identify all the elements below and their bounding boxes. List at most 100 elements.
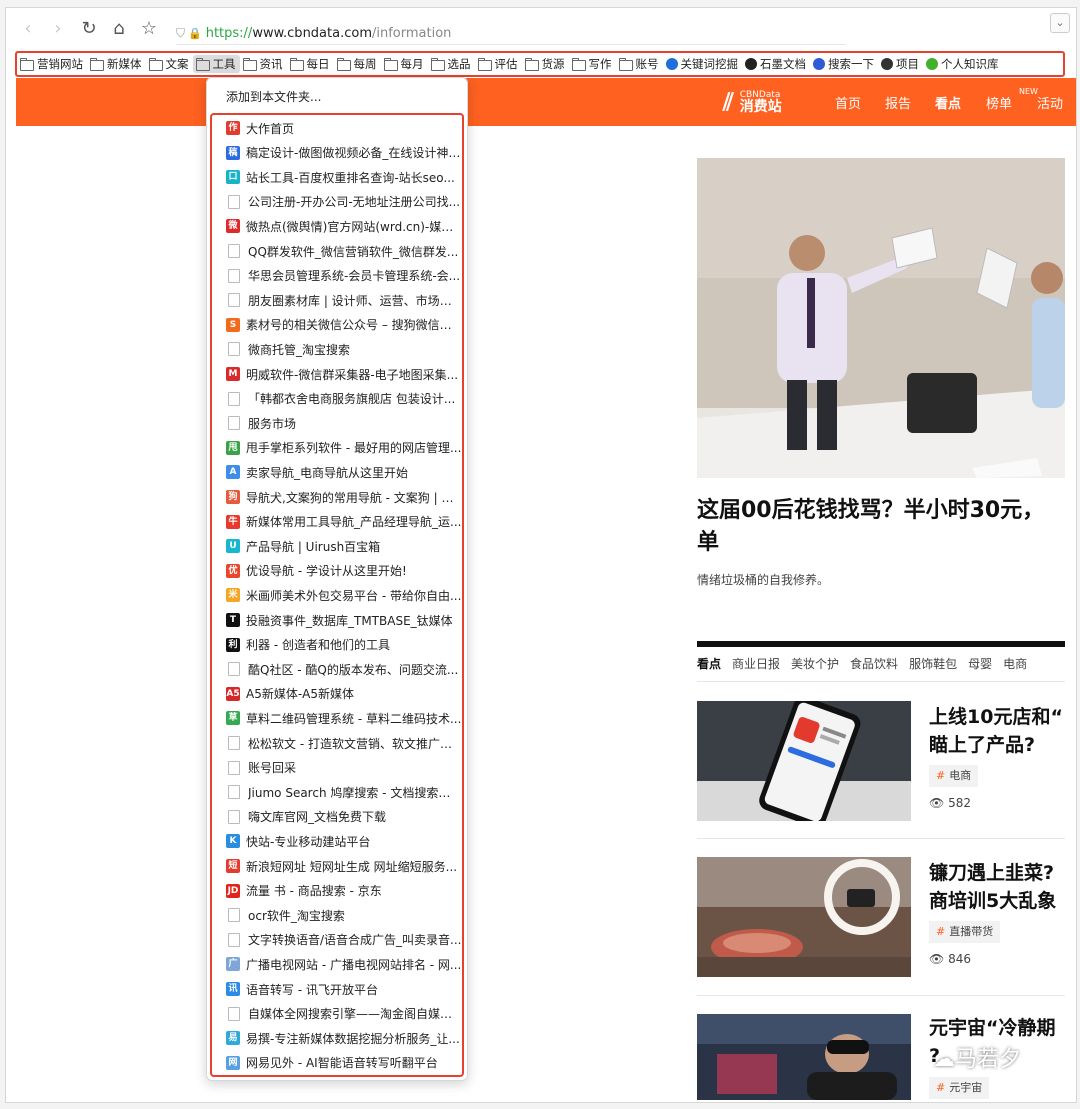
bookmark-list-item[interactable]: 微商托管_淘宝搜索 — [212, 339, 462, 359]
bookmark-list-item[interactable]: 米米画师美术外包交易平台 - 带给你自由... — [212, 585, 462, 605]
tab-food[interactable]: 食品饮料 — [850, 657, 898, 671]
bookmark-list-item[interactable]: 作大作首页 — [212, 118, 462, 138]
bookmark-bar-item[interactable]: 关键词挖掘 — [663, 55, 743, 73]
tab-business-daily[interactable]: 商业日报 — [732, 657, 780, 671]
back-icon[interactable]: ‹ — [20, 18, 36, 40]
article-title-2[interactable]: 镰刀遇上韭菜? 商培训5大乱象 — [929, 859, 1076, 915]
nav-home[interactable]: 首页 — [835, 93, 861, 112]
bookmark-list-label: 自媒体全网搜索引擎——淘金阁自媒体... — [248, 1007, 462, 1022]
bookmark-bar-item[interactable]: 个人知识库 — [923, 55, 1003, 73]
bookmark-list-item[interactable]: ocr软件_淘宝搜索 — [212, 905, 462, 925]
tab-baby[interactable]: 母婴 — [968, 657, 992, 671]
bookmark-bar-item[interactable]: 资讯 — [240, 55, 287, 73]
tab-insights[interactable]: 看点 — [697, 657, 721, 671]
bookmark-bar-item[interactable]: 文案 — [146, 55, 193, 73]
bookmark-list-item[interactable]: 酷Q社区 - 酷Q的版本发布、问题交流... — [212, 659, 462, 679]
bookmark-list-item[interactable]: U 产品导航 | Uirush百宝箱 — [212, 536, 462, 556]
bookmark-list-item[interactable]: 服务市场 — [212, 413, 462, 433]
bookmark-bar-item[interactable]: 评估 — [475, 55, 522, 73]
collapse-toolbar-button[interactable]: ⌄ — [1050, 13, 1070, 33]
article-thumbnail-1[interactable] — [697, 701, 911, 821]
bookmark-bar-item[interactable]: 营销网站 — [17, 55, 87, 73]
article-thumbnail-2[interactable] — [697, 857, 911, 977]
bookmark-bar-item[interactable]: 搜索一下 — [810, 55, 878, 73]
bookmark-list-item[interactable]: 优优设导航 - 学设计从这里开始! — [212, 561, 462, 581]
bookmark-list-item[interactable]: M 明威软件-微信群采集器-电子地图采集... — [212, 364, 462, 384]
bookmark-list-item[interactable]: 网网易见外 - AI智能语音转写听翻平台 — [212, 1053, 462, 1073]
nav-insights[interactable]: 看点 — [935, 93, 961, 112]
bookmark-list-item[interactable]: 稿稿定设计-做图做视频必备_在线设计神器... — [212, 143, 462, 163]
bookmark-list-item[interactable]: 华思会员管理系统-会员卡管理系统-会... — [212, 266, 462, 286]
nav-reports[interactable]: 报告 — [885, 93, 911, 112]
bookmark-list-item[interactable]: 甩甩手掌柜系列软件 - 最好用的网店管理... — [212, 438, 462, 458]
nav-rankings[interactable]: 榜单 — [986, 93, 1012, 112]
article-tag-1[interactable]: # 电商 — [929, 765, 979, 787]
bookmark-list-item[interactable]: 朋友圈素材库 | 设计师、运营、市场、... — [212, 290, 462, 310]
bookmark-bar-item[interactable]: 每日 — [287, 55, 334, 73]
site-favicon-icon: 优 — [226, 563, 240, 578]
bookmark-bar-item[interactable]: 新媒体 — [87, 55, 146, 73]
article-title-1[interactable]: 上线10元店和“ 瞄上了产品? — [929, 703, 1076, 759]
reload-icon[interactable]: ↻ — [80, 18, 98, 40]
article-thumbnail-3[interactable] — [697, 1014, 911, 1100]
bookmark-list-item[interactable]: 嗨文库官网_文档免费下载 — [212, 807, 462, 827]
bookmark-bar-item[interactable]: 项目 — [878, 55, 923, 73]
page-icon — [228, 736, 240, 750]
bookmark-list-item[interactable]: 短新浪短网址 短网址生成 网址缩短服务... — [212, 856, 462, 876]
bookmark-bar-item[interactable]: 石墨文档 — [742, 55, 810, 73]
bookmark-list-item[interactable]: 狗导航犬,文案狗的常用导航 - 文案狗 | 给... — [212, 487, 462, 507]
bookmark-list-item[interactable]: 账号回采 — [212, 758, 462, 778]
tab-apparel[interactable]: 服饰鞋包 — [909, 657, 957, 671]
bookmark-list-label: 新浪短网址 短网址生成 网址缩短服务... — [246, 859, 458, 874]
bookmark-bar-item[interactable]: 每周 — [334, 55, 381, 73]
tab-ecommerce[interactable]: 电商 — [1003, 657, 1027, 671]
bookmark-list-item[interactable]: A5 A5新媒体-A5新媒体 — [212, 684, 462, 704]
bookmark-bar-item[interactable]: 工具 — [192, 55, 240, 73]
bookmark-list-item[interactable]: 利利器 - 创造者和他们的工具 — [212, 635, 462, 655]
bookmark-list-item[interactable]: QQ群发软件_微信营销软件_微信群发... — [212, 241, 462, 261]
bookmark-star-icon[interactable]: ☆ — [140, 18, 158, 40]
bookmark-list-item[interactable]: 自媒体全网搜索引擎——淘金阁自媒体... — [212, 1004, 462, 1024]
add-to-folder-item[interactable]: 添加到本文件夹... — [226, 88, 321, 105]
bookmark-list-label: 素材号的相关微信公众号 – 搜狗微信搜... — [246, 318, 462, 333]
forward-icon[interactable]: › — [50, 18, 66, 40]
bookmark-list-item[interactable]: A 卖家导航_电商导航从这里开始 — [212, 462, 462, 482]
home-icon[interactable]: ⌂ — [110, 18, 128, 40]
bookmark-list-item[interactable]: 松松软文 - 打造软文营销、软文推广行... — [212, 733, 462, 753]
bookmark-list-item[interactable]: 微微热点(微舆情)官方网站(wrd.cn)-媒体... — [212, 216, 462, 236]
eye-icon: 👁 — [929, 796, 945, 810]
bookmark-list-item[interactable]: 「韩都衣舍电商服务旗舰店 包装设计... — [212, 389, 462, 409]
bookmark-list-item[interactable]: 易易撰-专注新媒体数据挖掘分析服务_让... — [212, 1028, 462, 1048]
site-logo[interactable]: ⫽ CBNData 消费站 — [723, 88, 782, 116]
bookmark-list-item[interactable]: 口站长工具-百度权重排名查询-站长seo... — [212, 167, 462, 187]
bookmark-list-item[interactable]: 文字转换语音/语音合成广告_叫卖录音... — [212, 930, 462, 950]
bookmark-list-item[interactable]: JD 流量 书 - 商品搜索 - 京东 — [212, 881, 462, 901]
bookmark-list-item[interactable]: T 投融资事件_数据库_TMTBASE_钛媒体 — [212, 610, 462, 630]
site-favicon-icon: JD — [226, 883, 240, 898]
nav-events[interactable]: 活动 — [1037, 93, 1063, 112]
bookmark-bar-item[interactable]: 每月 — [381, 55, 428, 73]
bookmark-bar-item[interactable]: 账号 — [616, 55, 663, 73]
bookmark-bar-item[interactable]: 选品 — [428, 55, 475, 73]
bookmark-list-item[interactable]: S 素材号的相关微信公众号 – 搜狗微信搜... — [212, 315, 462, 335]
bookmark-list-item[interactable]: 讯语音转写 - 讯飞开放平台 — [212, 979, 462, 999]
address-bar[interactable]: ⛉ 🔒 https://www.cbndata.com/information — [176, 22, 846, 45]
bookmark-list-item[interactable]: Jiumo Search 鸠摩搜索 - 文档搜索引擎 — [212, 782, 462, 802]
folder-icon — [571, 57, 586, 71]
headline-line-2: 单 — [697, 530, 720, 555]
hero-image[interactable] — [697, 158, 1065, 478]
bookmark-bar-label: 项目 — [896, 57, 919, 71]
bookmark-list-item[interactable]: 牛新媒体常用工具导航_产品经理导航_运... — [212, 512, 462, 532]
tab-beauty[interactable]: 美妆个护 — [791, 657, 839, 671]
bookmark-list-item[interactable]: 草草料二维码管理系统 - 草料二维码技术... — [212, 708, 462, 728]
bookmark-list-item[interactable]: K 快站-专业移动建站平台 — [212, 831, 462, 851]
bookmark-list-item[interactable]: 公司注册-开办公司-无地址注册公司找... — [212, 192, 462, 212]
bookmark-bar-label: 石墨文档 — [760, 57, 806, 71]
bookmark-list-item[interactable]: 广广播电视网站 - 广播电视网站排名 - 网... — [212, 954, 462, 974]
headline[interactable]: 这届00后花钱找骂？半小时30元， 单 — [697, 495, 1076, 559]
bookmark-bar-item[interactable]: 写作 — [569, 55, 616, 73]
bookmark-list-label: 草料二维码管理系统 - 草料二维码技术... — [246, 711, 462, 726]
article-tag-3[interactable]: # 元宇宙 — [929, 1077, 990, 1099]
article-tag-2[interactable]: # 直播带货 — [929, 921, 1001, 943]
bookmark-bar-item[interactable]: 货源 — [522, 55, 569, 73]
